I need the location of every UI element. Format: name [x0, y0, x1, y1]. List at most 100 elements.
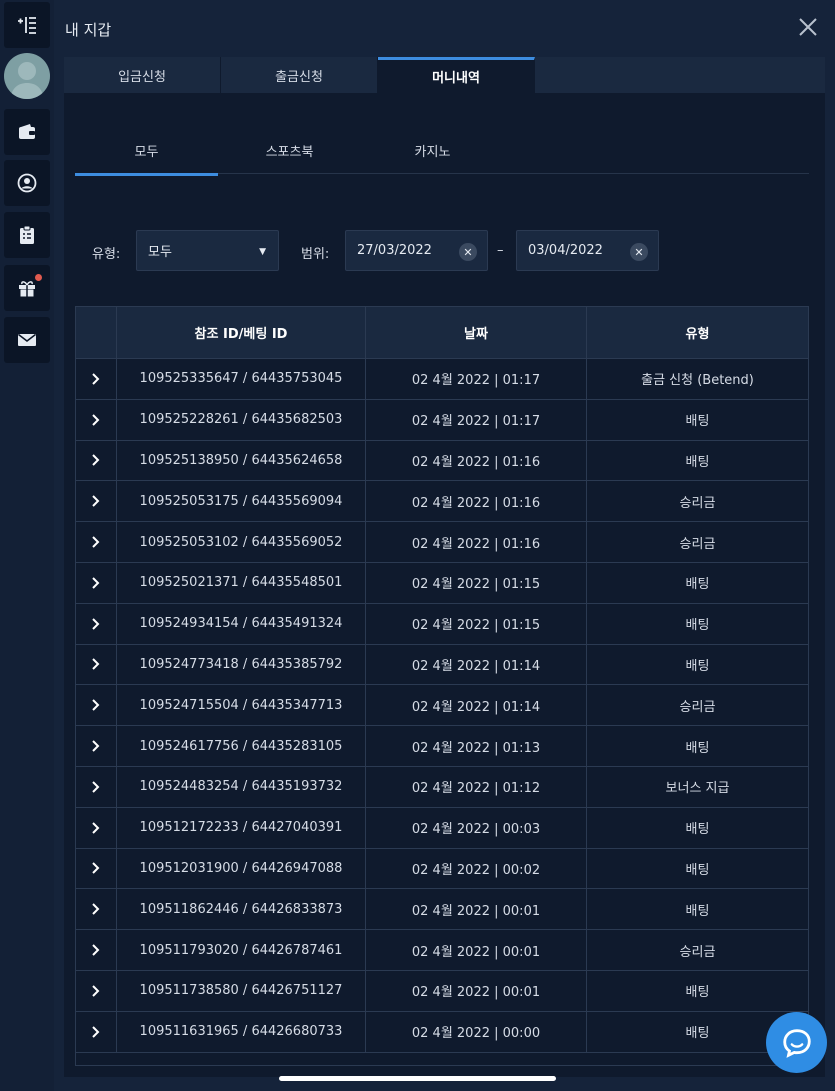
date-cell: 02 4월 2022 | 01:17	[366, 359, 587, 399]
type-cell: 보너스 지급	[665, 781, 730, 797]
clear-date-to-icon[interactable]: ✕	[630, 243, 648, 261]
type-filter-label: 유형:	[92, 247, 121, 262]
ref-id-cell: 109524483254 / 64435193732	[117, 766, 366, 807]
table-row[interactable]: 109524483254 / 64435193732 02 4월 2022 | 0…	[76, 766, 808, 808]
ref-id-cell: 109525228261 / 64435682503	[117, 399, 366, 440]
expand-row-button[interactable]	[76, 848, 117, 889]
ref-id-cell: 109512031900 / 64426947088	[117, 848, 366, 889]
ref-id-cell: 109525053175 / 64435569094	[117, 481, 366, 522]
table-row[interactable]: 109525053175 / 64435569094 02 4월 2022 | 0…	[76, 481, 808, 523]
chevron-right-icon	[92, 781, 100, 793]
type-cell: 배팅	[685, 577, 710, 593]
date-cell: 02 4월 2022 | 01:15	[366, 562, 587, 603]
table-row[interactable]: 109525021371 / 64435548501 02 4월 2022 | 0…	[76, 562, 808, 604]
wallet-panel: 입금신청 출금신청 머니내역 모두 스포츠북 카지노 유형: 모두 ▼ 범위: …	[64, 57, 825, 1077]
tab-bar: 입금신청 출금신청 머니내역	[64, 57, 825, 93]
ref-id-cell: 109524773418 / 64435385792	[117, 644, 366, 685]
table-body: 109525335647 / 64435753045 02 4월 2022 | 0…	[76, 359, 808, 1053]
date-to-field[interactable]: 03/04/2022 ✕	[516, 230, 659, 271]
expand-row-button[interactable]	[76, 399, 117, 440]
live-chat-button[interactable]	[766, 1012, 827, 1073]
date-from-value: 27/03/2022	[357, 243, 432, 258]
date-cell: 02 4월 2022 | 00:01	[366, 970, 587, 1011]
chevron-right-icon	[92, 903, 100, 915]
expand-row-button[interactable]	[76, 930, 117, 970]
expand-row-button[interactable]	[76, 807, 117, 848]
table-row[interactable]: 109525138950 / 64435624658 02 4월 2022 | 0…	[76, 440, 808, 482]
date-cell: 02 4월 2022 | 01:16	[366, 522, 587, 562]
tab-deposit[interactable]: 입금신청	[64, 57, 221, 93]
ref-id-cell: 109525021371 / 64435548501	[117, 562, 366, 603]
expand-row-button[interactable]	[76, 522, 117, 562]
date-from-field[interactable]: 27/03/2022 ✕	[345, 230, 488, 271]
table-row[interactable]: 109511793020 / 64426787461 02 4월 2022 | 0…	[76, 930, 808, 971]
chevron-right-icon	[92, 699, 100, 711]
subtab-casino[interactable]: 카지노	[361, 127, 504, 174]
table-row[interactable]: 109511862446 / 64426833873 02 4월 2022 | 0…	[76, 889, 808, 931]
profile-button[interactable]	[4, 160, 50, 206]
expand-row-button[interactable]	[76, 970, 117, 1011]
expand-row-button[interactable]	[76, 481, 117, 522]
promotions-button[interactable]	[4, 265, 50, 311]
bet-history-button[interactable]	[4, 212, 50, 258]
wallet-button[interactable]	[4, 109, 50, 155]
table-row[interactable]: 109524773418 / 64435385792 02 4월 2022 | 0…	[76, 644, 808, 686]
ref-id-cell: 109511738580 / 64426751127	[117, 970, 366, 1011]
expand-row-button[interactable]	[76, 889, 117, 930]
expand-row-button[interactable]	[76, 766, 117, 807]
tab-money-history[interactable]: 머니내역	[378, 57, 535, 93]
close-icon[interactable]	[797, 16, 819, 38]
subtab-sportsbook[interactable]: 스포츠북	[218, 127, 361, 174]
table-row[interactable]: 109524617756 / 64435283105 02 4월 2022 | 0…	[76, 726, 808, 767]
expand-row-button[interactable]	[76, 359, 117, 399]
ref-id-cell: 109525335647 / 64435753045	[117, 359, 366, 399]
header-date: 날짜	[366, 307, 587, 358]
menu-toggle-button[interactable]	[4, 2, 50, 48]
ref-id-cell: 109524934154 / 64435491324	[117, 603, 366, 644]
table-row[interactable]: 109525228261 / 64435682503 02 4월 2022 | 0…	[76, 399, 808, 441]
chevron-right-icon	[92, 821, 100, 834]
chevron-right-icon	[92, 373, 100, 385]
date-cell: 02 4월 2022 | 00:02	[366, 848, 587, 889]
home-indicator	[279, 1076, 556, 1081]
date-cell: 02 4월 2022 | 01:14	[366, 685, 587, 726]
ref-id-cell: 109511631965 / 64426680733	[117, 1011, 366, 1052]
expand-row-button[interactable]	[76, 562, 117, 603]
chevron-right-icon	[92, 1025, 100, 1038]
chevron-right-icon	[92, 944, 100, 956]
expand-row-button[interactable]	[76, 1011, 117, 1052]
table-row[interactable]: 109511631965 / 64426680733 02 4월 2022 | 0…	[76, 1011, 808, 1053]
table-row[interactable]: 109511738580 / 64426751127 02 4월 2022 | 0…	[76, 970, 808, 1012]
date-cell: 02 4월 2022 | 00:03	[366, 807, 587, 848]
expand-row-button[interactable]	[76, 685, 117, 726]
chevron-right-icon	[92, 536, 100, 548]
header-ref-id: 참조 ID/베팅 ID	[117, 307, 366, 358]
type-select-value: 모두	[148, 245, 172, 260]
date-cell: 02 4월 2022 | 01:17	[366, 399, 587, 440]
history-table: 참조 ID/베팅 ID 날짜 유형 109525335647 / 6443575…	[75, 306, 809, 1066]
date-cell: 02 4월 2022 | 01:14	[366, 644, 587, 685]
table-row[interactable]: 109525335647 / 64435753045 02 4월 2022 | 0…	[76, 359, 808, 400]
expand-row-button[interactable]	[76, 440, 117, 481]
clear-date-from-icon[interactable]: ✕	[459, 243, 477, 261]
messages-button[interactable]	[4, 317, 50, 363]
wallet-icon	[19, 124, 35, 139]
table-row[interactable]: 109512172233 / 64427040391 02 4월 2022 | 0…	[76, 807, 808, 849]
table-row[interactable]: 109512031900 / 64426947088 02 4월 2022 | 0…	[76, 848, 808, 890]
chevron-right-icon	[92, 454, 100, 467]
expand-row-button[interactable]	[76, 726, 117, 766]
table-row[interactable]: 109525053102 / 64435569052 02 4월 2022 | 0…	[76, 522, 808, 563]
date-cell: 02 4월 2022 | 00:01	[366, 889, 587, 930]
table-row[interactable]: 109524715504 / 64435347713 02 4월 2022 | 0…	[76, 685, 808, 727]
chevron-right-icon	[92, 985, 100, 997]
avatar[interactable]	[4, 53, 50, 99]
expand-row-button[interactable]	[76, 603, 117, 644]
tab-withdraw[interactable]: 출금신청	[221, 57, 378, 93]
type-cell: 배팅	[685, 414, 710, 430]
ref-id-cell: 109512172233 / 64427040391	[117, 807, 366, 848]
expand-row-button[interactable]	[76, 644, 117, 685]
type-select[interactable]: 모두 ▼	[136, 230, 279, 271]
table-row[interactable]: 109524934154 / 64435491324 02 4월 2022 | 0…	[76, 603, 808, 645]
subtab-all[interactable]: 모두	[75, 127, 218, 176]
date-cell: 02 4월 2022 | 00:00	[366, 1011, 587, 1052]
